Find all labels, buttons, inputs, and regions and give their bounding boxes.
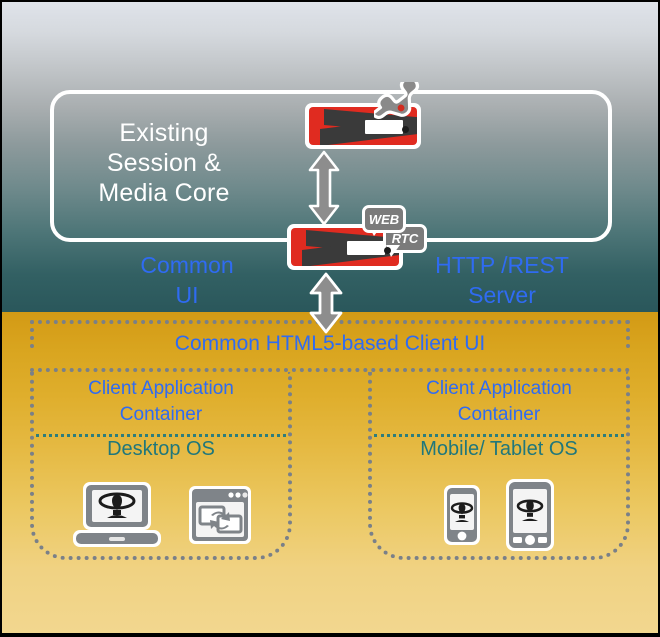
desktop-device-icons	[34, 472, 288, 558]
badge-web-text: WEB	[368, 211, 400, 227]
container-left-line1: Client Application	[88, 378, 234, 399]
browser-screenshare-icon	[189, 486, 251, 544]
common-ui-label: Common UI	[122, 250, 252, 310]
http-rest-line2: Server	[468, 282, 536, 308]
smartphone-icon	[444, 485, 480, 545]
server-indicator-dot	[384, 247, 391, 254]
laptop-icon	[73, 482, 161, 547]
mobile-tablet-os-label: Mobile/ Tablet OS	[420, 438, 578, 460]
http-rest-server-label: HTTP /REST Server	[412, 250, 592, 310]
client-application-container-label-left: Client Application Container	[34, 376, 288, 428]
common-ui-line2: UI	[175, 282, 199, 308]
server-slot	[365, 120, 403, 134]
diagram-canvas: Existing Session & Media Core WEB RTC Co…	[2, 2, 658, 633]
server-indicator-dot	[402, 126, 409, 133]
container-right-line1: Client Application	[426, 378, 572, 399]
badge-rtc-text: RTC	[391, 231, 419, 246]
mobile-device-icons	[372, 472, 626, 558]
tablet-icon	[506, 479, 554, 551]
arrow-core-to-server	[308, 150, 340, 226]
arrow-server-to-client	[309, 272, 343, 334]
container-left-line2: Container	[119, 404, 203, 425]
http-rest-line1: HTTP /REST	[435, 252, 569, 278]
server-slot	[347, 241, 385, 255]
core-label-line1: Existing	[119, 119, 209, 147]
existing-session-media-core-label: Existing Session & Media Core	[64, 118, 264, 208]
common-ui-line1: Common	[140, 252, 234, 278]
client-container-mobile: Client Application Container Mobile/ Tab…	[368, 372, 630, 560]
divider-desktop	[36, 434, 286, 437]
desktop-os-label: Desktop OS	[107, 438, 215, 460]
container-right-line2: Container	[457, 404, 541, 425]
speech-bubble-web: WEB	[362, 205, 406, 233]
client-application-container-label-right: Client Application Container	[372, 376, 626, 428]
client-container-desktop: Client Application Container Desktop OS	[30, 372, 292, 560]
core-label-line3: Media Core	[98, 179, 230, 207]
common-html5-client-ui-label: Common HTML5-based Client UI	[174, 332, 486, 355]
core-label-line2: Session &	[106, 149, 222, 177]
divider-mobile	[374, 434, 624, 437]
